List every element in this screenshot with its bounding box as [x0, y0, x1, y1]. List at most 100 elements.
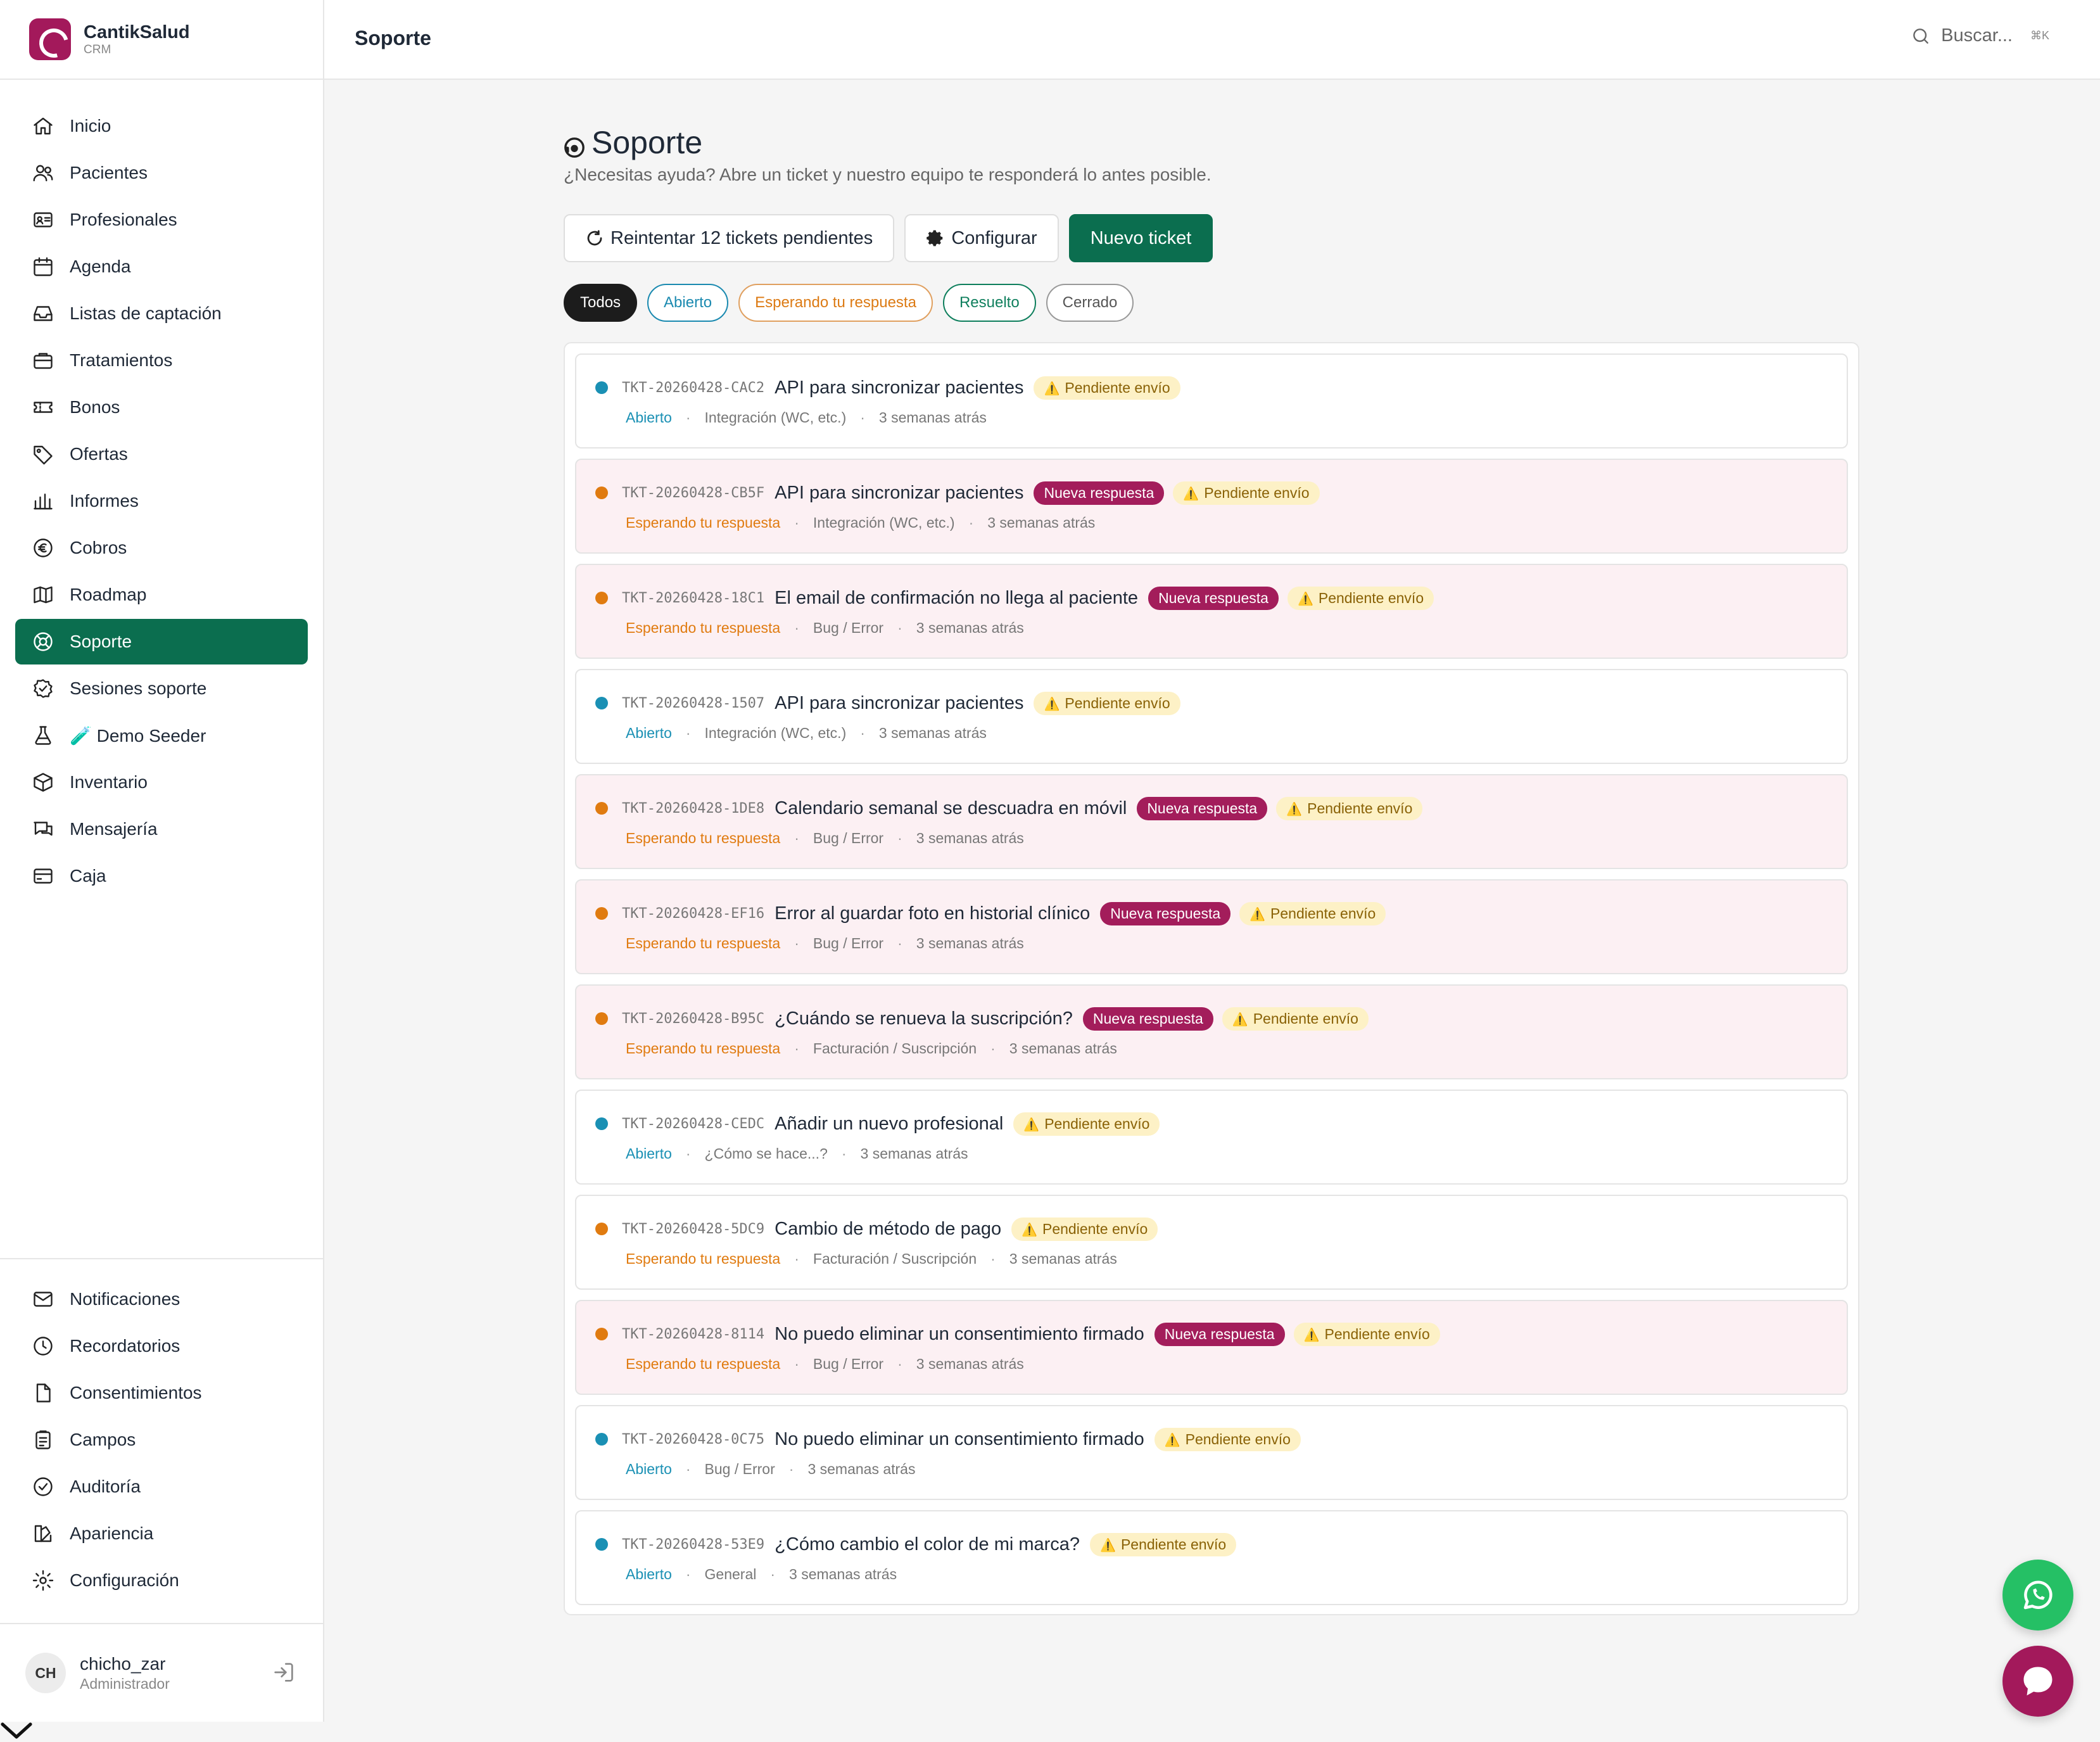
filter-resuelto[interactable]: Resuelto	[942, 284, 1036, 322]
ticket-code: TKT-20260428-1DE8	[622, 800, 765, 817]
ticket-time: 3 semanas atrás	[1009, 1039, 1117, 1057]
sidebar-item-label: Listas de captación	[70, 303, 222, 323]
ticket-row[interactable]: TKT-20260428-5DC9 Cambio de método de pag…	[575, 1195, 1848, 1290]
sidebar-item-configuracion[interactable]: Configuración	[15, 1558, 308, 1603]
pending-send-label: Pendiente envío	[1270, 905, 1376, 922]
ticket-row[interactable]: TKT-20260428-CB5F API para sincronizar pa…	[575, 459, 1848, 554]
sidebar-item-demo-seeder[interactable]: 🧪 Demo Seeder	[15, 713, 308, 758]
file-icon	[30, 1380, 56, 1406]
new-reply-badge: Nueva respuesta	[1082, 1007, 1213, 1031]
filter-abierto[interactable]: Abierto	[647, 284, 729, 322]
pending-send-badge: ⚠️ Pendiente envío	[1154, 1427, 1301, 1451]
id-card-icon	[30, 207, 56, 232]
sidebar-item-notificaciones[interactable]: Notificaciones	[15, 1276, 308, 1322]
avatar: CH	[25, 1653, 66, 1693]
retry-pending-label: Reintentar 12 tickets pendientes	[610, 227, 873, 248]
sidebar-item-label: Soporte	[70, 632, 132, 651]
sidebar-item-informes[interactable]: Informes	[15, 478, 308, 524]
ticket-row[interactable]: TKT-20260428-CEDC Añadir un nuevo profesi…	[575, 1090, 1848, 1185]
ticket-row[interactable]: TKT-20260428-0C75 No puedo eliminar un co…	[575, 1405, 1848, 1500]
separator: ·	[794, 514, 799, 531]
pending-send-badge: ⚠️ Pendiente envío	[1090, 1532, 1237, 1556]
separator: ·	[794, 934, 799, 951]
separator: ·	[794, 1355, 799, 1372]
sidebar-item-inicio[interactable]: Inicio	[15, 103, 308, 149]
configure-button[interactable]: Configurar	[904, 214, 1059, 262]
ticket-row[interactable]: TKT-20260428-EF16 Error al guardar foto e…	[575, 879, 1848, 974]
ticket-icon	[30, 395, 56, 420]
warning-icon: ⚠️	[1303, 1328, 1320, 1342]
action-bar: Reintentar 12 tickets pendientes Configu…	[564, 214, 1859, 264]
ticket-meta: Esperando tu respuesta · Bug / Error · 3 sem…	[626, 617, 1024, 639]
new-reply-badge: Nueva respuesta	[1148, 586, 1279, 610]
sidebar-item-ofertas[interactable]: Ofertas	[15, 431, 308, 477]
chevron-down-icon[interactable]	[0, 1718, 33, 1742]
sidebar-item-profesionales[interactable]: Profesionales	[15, 197, 308, 243]
ticket-time: 3 semanas atrás	[916, 619, 1024, 636]
ticket-row[interactable]: TKT-20260428-B95C ¿Cuándo se renueva la s…	[575, 984, 1848, 1079]
messages-icon	[30, 817, 56, 842]
ticket-row[interactable]: TKT-20260428-53E9 ¿Cómo cambio el color d…	[575, 1510, 1848, 1605]
filter-esperando[interactable]: Esperando tu respuesta	[738, 284, 933, 322]
ticket-code: TKT-20260428-8114	[622, 1326, 765, 1342]
search-input[interactable]: Buscar... ⌘K	[1911, 25, 2049, 46]
sidebar-item-consentimientos[interactable]: Consentimientos	[15, 1370, 308, 1416]
separator: ·	[685, 724, 691, 741]
separator: ·	[897, 619, 902, 636]
ticket-time: 3 semanas atrás	[916, 1355, 1024, 1372]
ticket-header: TKT-20260428-B95C ¿Cuándo se renueva la s…	[595, 1006, 1369, 1031]
chat-button[interactable]	[2002, 1646, 2073, 1717]
warning-icon: ⚠️	[1044, 697, 1060, 711]
sidebar-item-caja[interactable]: Caja	[15, 853, 308, 899]
ticket-time: 3 semanas atrás	[878, 409, 987, 426]
sidebar-item-cobros[interactable]: Cobros	[15, 525, 308, 571]
sidebar-item-sesiones-soporte[interactable]: Sesiones soporte	[15, 666, 308, 711]
retry-pending-button[interactable]: Reintentar 12 tickets pendientes	[564, 214, 895, 262]
ticket-category: ¿Cómo se hace...?	[704, 1145, 828, 1162]
sidebar-item-roadmap[interactable]: Roadmap	[15, 572, 308, 618]
sidebar-item-campos[interactable]: Campos	[15, 1417, 308, 1463]
separator: ·	[788, 1460, 794, 1477]
sidebar-item-apariencia[interactable]: Apariencia	[15, 1511, 308, 1556]
ticket-code: TKT-20260428-18C1	[622, 590, 765, 606]
sidebar-item-mensajeria[interactable]: Mensajería	[15, 806, 308, 852]
filter-todos[interactable]: Todos	[564, 284, 638, 322]
pending-send-label: Pendiente envío	[1204, 484, 1310, 501]
warning-icon: ⚠️	[1044, 381, 1060, 396]
sidebar-item-soporte[interactable]: Soporte	[15, 619, 308, 664]
user-role: Administrador	[80, 1675, 170, 1692]
separator: ·	[794, 1250, 799, 1267]
ticket-row[interactable]: TKT-20260428-1507 API para sincronizar pa…	[575, 669, 1848, 764]
sidebar-item-label: Ofertas	[70, 444, 128, 464]
sidebar-item-inventario[interactable]: Inventario	[15, 760, 308, 805]
pending-send-label: Pendiente envío	[1042, 1220, 1148, 1237]
ticket-row[interactable]: TKT-20260428-18C1 El email de confirmació…	[575, 564, 1848, 659]
ticket-status: Esperando tu respuesta	[626, 619, 781, 636]
ticket-meta: Esperando tu respuesta · Bug / Error · 3 sem…	[626, 932, 1024, 954]
sidebar-item-pacientes[interactable]: Pacientes	[15, 150, 308, 196]
sidebar-item-tratamientos[interactable]: Tratamientos	[15, 338, 308, 383]
ticket-status: Esperando tu respuesta	[626, 1039, 781, 1057]
sidebar-item-agenda[interactable]: Agenda	[15, 244, 308, 289]
separator: ·	[685, 1565, 691, 1582]
new-ticket-button[interactable]: Nuevo ticket	[1068, 214, 1213, 262]
ticket-row[interactable]: TKT-20260428-8114 No puedo eliminar un co…	[575, 1300, 1848, 1395]
sidebar-item-recordatorios[interactable]: Recordatorios	[15, 1323, 308, 1369]
logout-icon[interactable]	[271, 1660, 296, 1685]
user-profile[interactable]: CH chicho_zar Administrador	[0, 1623, 323, 1722]
ticket-header: TKT-20260428-EF16 Error al guardar foto e…	[595, 901, 1386, 926]
ticket-code: TKT-20260428-0C75	[622, 1431, 765, 1447]
ticket-title: Añadir un nuevo profesional	[775, 1113, 1004, 1134]
sidebar-item-label: Roadmap	[70, 585, 147, 604]
ticket-row[interactable]: TKT-20260428-1DE8 Calendario semanal se d…	[575, 774, 1848, 869]
whatsapp-button[interactable]	[2002, 1560, 2073, 1631]
sidebar-item-auditoria[interactable]: Auditoría	[15, 1464, 308, 1510]
ticket-row[interactable]: TKT-20260428-CAC2 API para sincronizar pa…	[575, 353, 1848, 448]
ticket-meta: Esperando tu respuesta · Facturación / Sus…	[626, 1038, 1117, 1059]
ticket-header: TKT-20260428-8114 No puedo eliminar un co…	[595, 1321, 1440, 1347]
warning-icon: ⚠️	[1183, 486, 1199, 501]
sidebar-item-bonos[interactable]: Bonos	[15, 385, 308, 430]
filter-cerrado[interactable]: Cerrado	[1046, 284, 1134, 322]
sidebar-item-listas-de-captacion[interactable]: Listas de captación	[15, 291, 308, 336]
brand[interactable]: CantikSalud CRM	[0, 0, 323, 80]
